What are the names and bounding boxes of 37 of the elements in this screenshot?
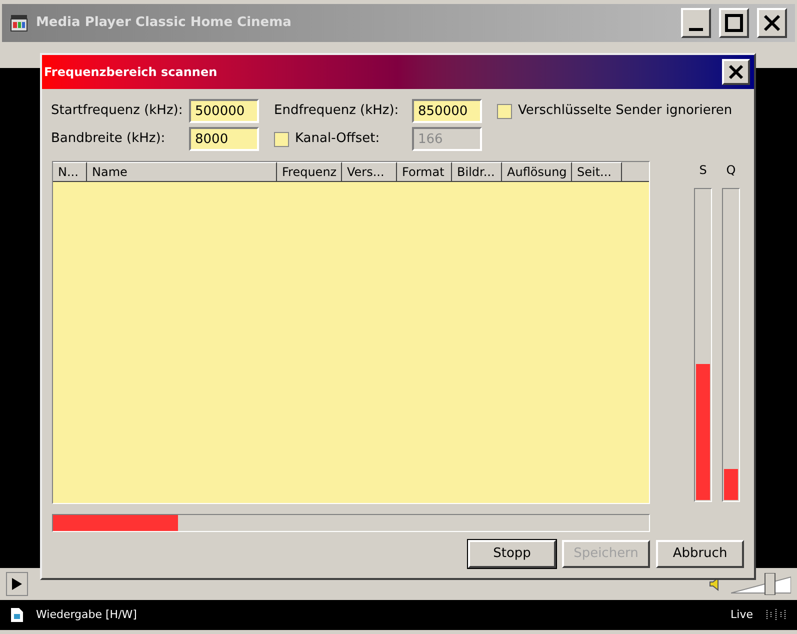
close-button[interactable]: [722, 59, 750, 85]
document-icon: [10, 607, 24, 623]
play-button[interactable]: [6, 572, 28, 596]
close-button[interactable]: [757, 8, 787, 38]
close-icon: [763, 14, 781, 32]
input-field[interactable]: 500000: [189, 99, 259, 123]
maximize-button[interactable]: [719, 8, 749, 38]
film-clapper-icon: [10, 14, 28, 32]
column-header[interactable]: N...: [53, 162, 87, 182]
checkbox-label: Verschlüsselte Sender ignorieren: [518, 102, 732, 120]
column-header[interactable]: Auflösung: [502, 162, 572, 182]
field-label: Bandbreite (kHz):: [51, 130, 166, 148]
field-label: Endfrequenz (kHz):: [274, 102, 400, 120]
minimize-icon: [687, 28, 705, 30]
close-icon: [728, 64, 744, 80]
field-label: Startfrequenz (kHz):: [51, 102, 184, 120]
window-title: Media Player Classic Home Cinema: [36, 14, 292, 32]
status-text: Wiedergabe [H/W]: [36, 606, 138, 623]
checkbox[interactable]: [497, 104, 512, 118]
column-header[interactable]: Frequenz: [277, 162, 342, 182]
maximize-icon: [725, 14, 743, 32]
input-field[interactable]: 850000: [412, 99, 482, 123]
input-field[interactable]: 8000: [189, 127, 259, 151]
dialog-button[interactable]: Stopp: [468, 540, 556, 568]
status-mode: Live: [730, 606, 753, 623]
column-header[interactable]: Format: [397, 162, 452, 182]
minimize-button[interactable]: [681, 8, 711, 38]
column-header[interactable]: Vers...: [342, 162, 397, 182]
column-header[interactable]: Seit...: [572, 162, 622, 182]
dialog-title: Frequenzbereich scannen: [44, 64, 218, 81]
play-icon: [11, 577, 23, 591]
meter-label: S: [699, 162, 707, 179]
column-header[interactable]: Name: [87, 162, 277, 182]
meter-label: Q: [726, 162, 736, 179]
checkbox-label: Kanal-Offset:: [295, 130, 381, 148]
column-header[interactable]: Bildr...: [452, 162, 502, 182]
dialog-button[interactable]: Abbruch: [656, 540, 744, 568]
